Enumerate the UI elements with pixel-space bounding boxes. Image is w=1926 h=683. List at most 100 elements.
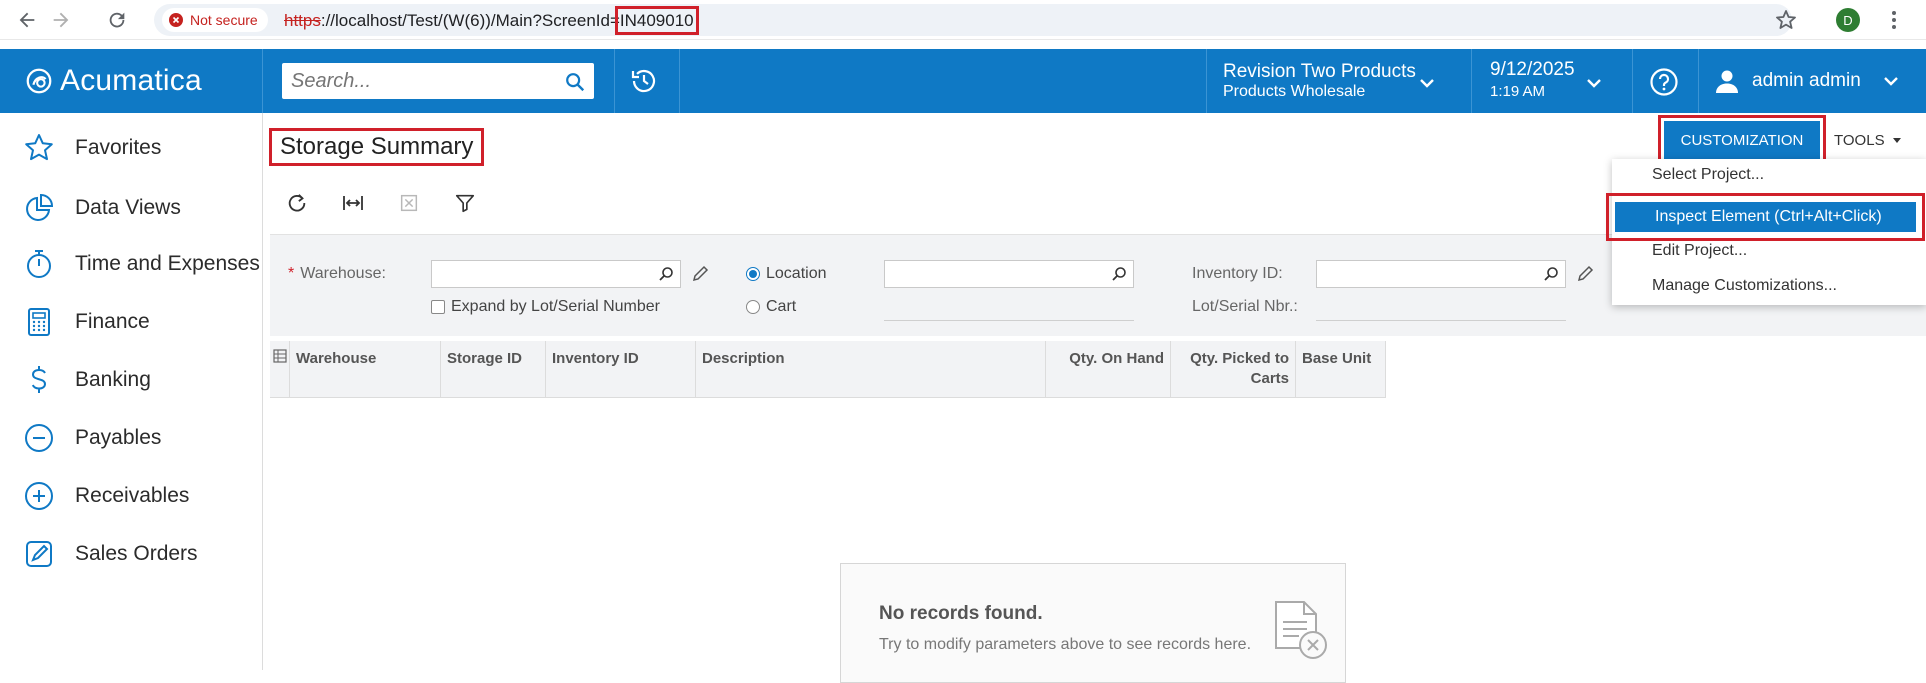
sidebar-item-label: Favorites — [75, 136, 162, 159]
logo[interactable]: Acumatica — [0, 49, 263, 113]
url-text: https://localhost/Test/(W(6))/Main?Scree… — [284, 6, 699, 35]
sidebar-item-label: Sales Orders — [75, 542, 198, 565]
security-label: Not secure — [190, 12, 258, 28]
sidebar-item-label: Finance — [75, 310, 150, 333]
page-title: Storage Summary — [268, 128, 485, 166]
chevron-down-icon — [1584, 73, 1604, 93]
column-header-qty-on-hand[interactable]: Qty. On Hand — [1046, 341, 1171, 398]
user-name: admin admin — [1752, 70, 1861, 91]
column-header-inventory-id[interactable]: Inventory ID — [546, 341, 696, 398]
sidebar-item-receivables[interactable]: Receivables — [0, 469, 263, 523]
star-icon — [23, 132, 55, 164]
menu-item-edit-project[interactable]: Edit Project... — [1612, 236, 1926, 266]
column-header-description[interactable]: Description — [696, 341, 1046, 398]
url-scheme: https — [284, 11, 321, 30]
sidebar-item-sales-orders[interactable]: Sales Orders — [0, 527, 263, 581]
search-input[interactable] — [282, 63, 542, 99]
no-records-document-icon — [1266, 598, 1332, 664]
sidebar-item-label: Receivables — [75, 484, 190, 507]
sidebar-item-finance[interactable]: Finance — [0, 295, 263, 349]
global-search[interactable] — [282, 63, 594, 99]
expand-lot-serial-checkbox[interactable]: Expand by Lot/Serial Number — [431, 298, 660, 316]
chevron-down-icon — [1881, 71, 1901, 91]
edit-icon — [23, 538, 55, 570]
pencil-icon[interactable] — [691, 265, 709, 283]
search-icon[interactable] — [658, 266, 674, 282]
column-header-storage-id[interactable]: Storage ID — [441, 341, 546, 398]
help-icon[interactable] — [1649, 67, 1679, 97]
tools-button[interactable]: TOOLS — [1834, 121, 1902, 159]
warning-icon — [168, 12, 184, 28]
refresh-icon[interactable] — [284, 190, 310, 216]
location-radio-label: Location — [766, 265, 827, 282]
reload-icon[interactable] — [106, 9, 128, 31]
business-time: 1:19 AM — [1490, 83, 1546, 100]
empty-state-message: Try to modify parameters above to see re… — [879, 636, 1252, 653]
back-icon[interactable] — [16, 9, 38, 31]
column-header-warehouse[interactable]: Warehouse — [290, 341, 441, 398]
user-menu[interactable]: admin admin — [1700, 49, 1926, 113]
menu-item-inspect-element[interactable]: Inspect Element (Ctrl+Alt+Click) — [1606, 193, 1925, 241]
inventory-id-field[interactable] — [1316, 260, 1566, 288]
filter-icon[interactable] — [452, 190, 478, 216]
lot-serial-field[interactable] — [1316, 320, 1566, 321]
warehouse-field[interactable] — [431, 260, 681, 288]
business-date-selector[interactable]: 9/12/2025 1:19 AM — [1472, 49, 1632, 113]
sidebar-item-label: Banking — [75, 368, 151, 391]
customization-button[interactable]: CUSTOMIZATION — [1658, 115, 1826, 165]
acumatica-logo-icon — [24, 66, 54, 96]
sidebar: Favorites Data Views Time and Expenses F… — [0, 113, 263, 670]
bookmark-star-icon[interactable] — [1774, 8, 1798, 32]
address-bar[interactable]: Not secure https://localhost/Test/(W(6))… — [154, 4, 1792, 36]
pencil-icon[interactable] — [1576, 265, 1594, 283]
warehouse-label: * Warehouse: — [288, 265, 386, 282]
sidebar-item-label: Payables — [75, 426, 162, 449]
cart-radio[interactable]: Cart — [746, 298, 796, 316]
menu-item-manage-customizations[interactable]: Manage Customizations... — [1612, 271, 1926, 301]
dollar-icon — [23, 364, 55, 396]
radio-icon[interactable] — [746, 300, 760, 314]
sidebar-item-label: Data Views — [75, 196, 181, 219]
search-icon[interactable] — [1111, 266, 1127, 282]
menu-item-select-project[interactable]: Select Project... — [1612, 160, 1926, 190]
location-radio[interactable]: Location — [746, 265, 827, 283]
sidebar-item-payables[interactable]: Payables — [0, 411, 263, 465]
expand-lot-serial-label: Expand by Lot/Serial Number — [451, 298, 660, 315]
column-header-base-unit[interactable]: Base Unit — [1296, 341, 1386, 398]
browser-menu-icon[interactable] — [1882, 8, 1906, 32]
stopwatch-icon — [23, 248, 55, 280]
cart-radio-label: Cart — [766, 298, 797, 315]
profile-avatar[interactable]: D — [1836, 8, 1860, 32]
sidebar-item-banking[interactable]: Banking — [0, 353, 263, 407]
radio-selected-icon[interactable] — [746, 267, 760, 281]
empty-state: No records found. Try to modify paramete… — [840, 563, 1346, 683]
history-icon[interactable] — [628, 65, 660, 97]
column-header-qty-picked[interactable]: Qty. Picked to Carts — [1171, 341, 1296, 398]
grid-toolbar — [284, 183, 478, 223]
search-icon[interactable] — [1543, 266, 1559, 282]
business-date: 9/12/2025 — [1490, 59, 1575, 80]
caret-down-icon — [1892, 135, 1902, 145]
location-field[interactable] — [884, 260, 1134, 288]
search-icon[interactable] — [564, 71, 586, 93]
pie-chart-icon — [23, 192, 55, 224]
grid-header: Warehouse Storage ID Inventory ID Descri… — [270, 341, 1386, 398]
user-icon — [1714, 68, 1740, 94]
empty-state-title: No records found. — [879, 603, 1043, 624]
minus-circle-icon — [23, 422, 55, 454]
cart-field[interactable] — [884, 320, 1134, 321]
checkbox-box[interactable] — [431, 300, 445, 314]
sidebar-item-favorites[interactable]: Favorites — [0, 121, 263, 175]
sidebar-item-time-and-expenses[interactable]: Time and Expenses — [0, 237, 263, 291]
url-path: ://localhost/Test/(W(6))/Main?ScreenId= — [320, 11, 620, 30]
column-settings-icon[interactable] — [270, 341, 290, 398]
fit-columns-icon[interactable] — [340, 190, 366, 216]
export-excel-icon[interactable] — [396, 190, 422, 216]
logo-text: Acumatica — [60, 64, 202, 97]
sidebar-item-data-views[interactable]: Data Views — [0, 181, 263, 235]
security-chip[interactable]: Not secure — [162, 8, 268, 32]
company-selector[interactable]: Revision Two Products Products Wholesale — [1207, 49, 1471, 113]
browser-toolbar: Not secure https://localhost/Test/(W(6))… — [0, 0, 1926, 40]
required-mark: * — [288, 265, 295, 282]
forward-icon[interactable] — [50, 9, 72, 31]
